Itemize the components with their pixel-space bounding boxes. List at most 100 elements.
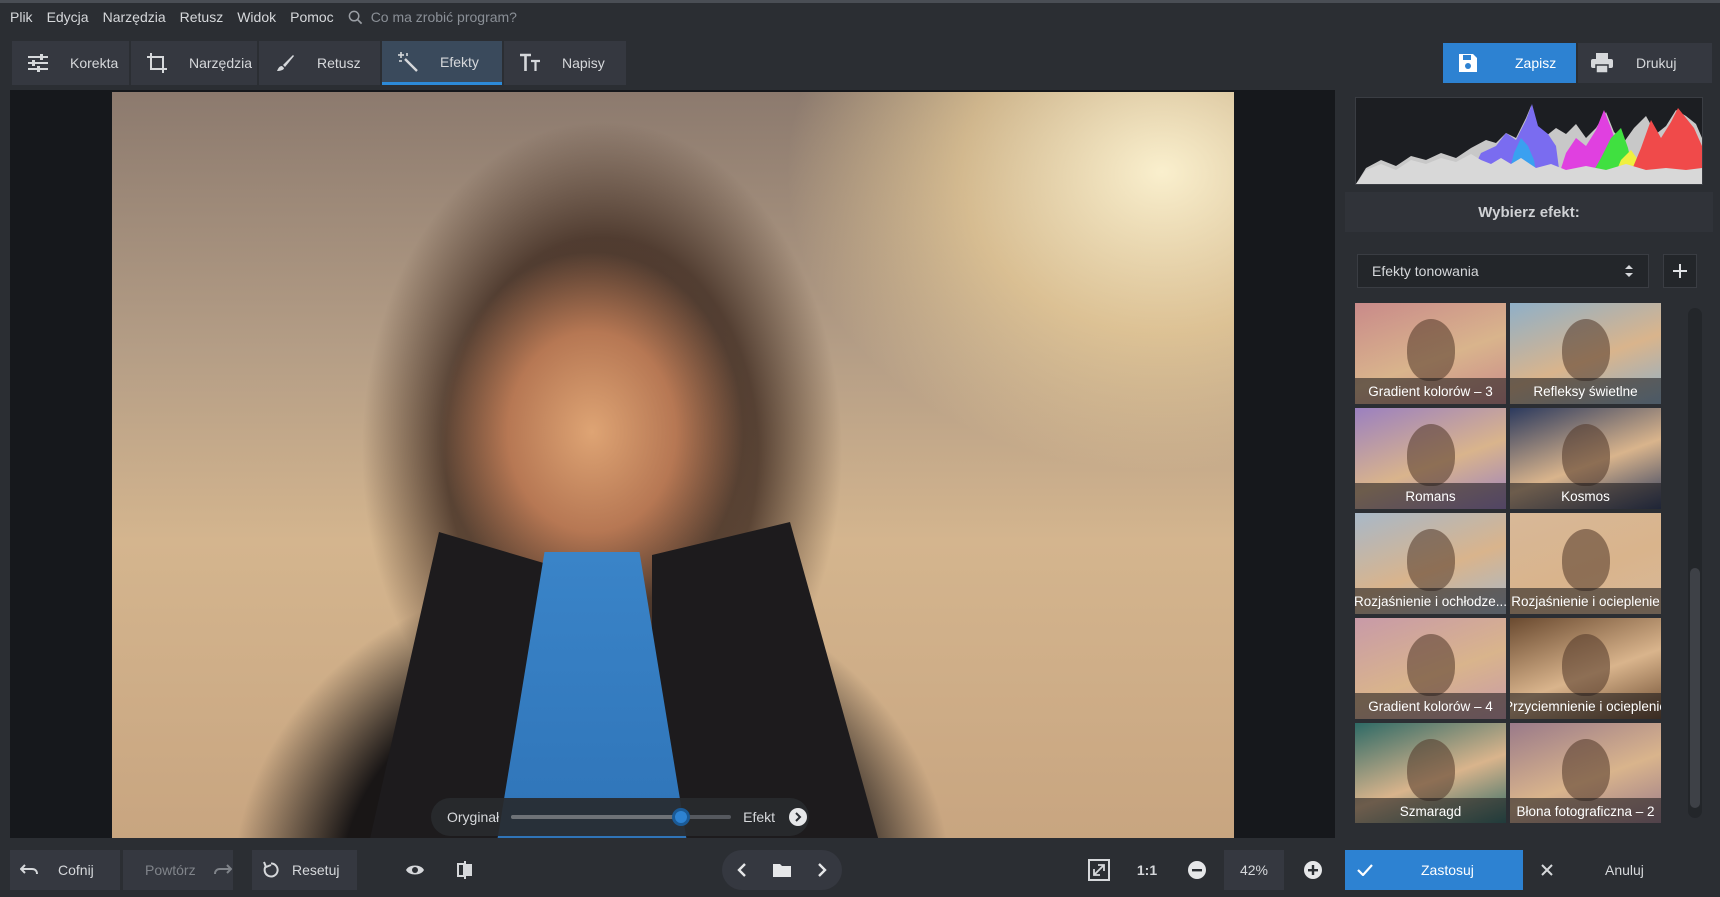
text-icon bbox=[518, 51, 542, 75]
undo-button[interactable]: Cofnij bbox=[10, 850, 120, 890]
sliders-icon bbox=[26, 51, 50, 75]
reset-button[interactable]: Resetuj bbox=[252, 850, 357, 890]
thumbnail-portrait bbox=[1562, 739, 1610, 801]
printer-icon bbox=[1590, 52, 1614, 74]
split-compare-icon bbox=[457, 861, 472, 879]
edited-photo[interactable] bbox=[112, 92, 1234, 840]
effect-name: Błona fotograficzna – 2 bbox=[1510, 798, 1661, 823]
menu-bar: Plik Edycja Narzędzia Retusz Widok Pomoc… bbox=[0, 0, 1720, 31]
effects-scrollbar[interactable] bbox=[1688, 308, 1702, 818]
brush-icon bbox=[273, 51, 297, 75]
compare-slider[interactable]: Oryginał Efekt bbox=[431, 798, 809, 836]
ratio-label: 1:1 bbox=[1136, 862, 1158, 878]
effect-thumbnail[interactable]: Błona fotograficzna – 2 bbox=[1510, 723, 1661, 823]
effect-thumbnail[interactable]: Gradient kolorów – 4 bbox=[1355, 618, 1506, 719]
thumbnail-portrait bbox=[1407, 739, 1455, 801]
minus-circle-icon bbox=[1188, 861, 1206, 879]
print-label: Drukuj bbox=[1636, 55, 1677, 71]
chevron-left-icon[interactable] bbox=[722, 862, 762, 878]
effect-thumbnail[interactable]: Szmaragd bbox=[1355, 723, 1506, 823]
menu-retouch[interactable]: Retusz bbox=[180, 9, 224, 25]
effects-panel: Wybierz efekt: Efekty tonowania Gradient… bbox=[1345, 90, 1720, 838]
zoom-out-button[interactable] bbox=[1178, 850, 1216, 890]
print-button[interactable]: Drukuj bbox=[1578, 43, 1712, 83]
effect-thumbnail[interactable]: Rozjaśnienie i ochłodze... bbox=[1355, 513, 1506, 614]
menu-view[interactable]: Widok bbox=[237, 9, 276, 25]
chevron-right-icon[interactable] bbox=[802, 862, 842, 878]
thumbnail-portrait bbox=[1407, 424, 1455, 486]
fit-to-screen-icon bbox=[1088, 859, 1110, 881]
effect-category-select[interactable]: Efekty tonowania bbox=[1357, 254, 1649, 288]
main-toolbar: Korekta Narzędzia Retusz Efekty Napisy Z… bbox=[0, 31, 1720, 91]
reset-icon bbox=[262, 861, 280, 879]
thumbnail-portrait bbox=[1562, 529, 1610, 591]
undo-icon bbox=[20, 863, 38, 877]
tab-efekty[interactable]: Efekty bbox=[382, 41, 502, 85]
tab-retusz[interactable]: Retusz bbox=[259, 41, 380, 85]
effect-thumbnail[interactable]: Refleksy świetlne bbox=[1510, 303, 1661, 404]
effect-name: Refleksy świetlne bbox=[1510, 378, 1661, 404]
file-nav-group bbox=[722, 850, 842, 890]
updown-chevron-icon bbox=[1624, 263, 1634, 279]
plus-icon bbox=[1673, 264, 1687, 278]
menu-tools[interactable]: Narzędzia bbox=[103, 9, 166, 25]
effect-name: Gradient kolorów – 3 bbox=[1355, 378, 1506, 404]
menu-file[interactable]: Plik bbox=[10, 9, 33, 25]
fit-screen-button[interactable] bbox=[1080, 850, 1118, 890]
compare-original-label: Oryginał bbox=[447, 809, 500, 825]
actual-size-button[interactable]: 1:1 bbox=[1128, 850, 1166, 890]
thumbnail-portrait bbox=[1562, 424, 1610, 486]
apply-button[interactable]: Zastosuj bbox=[1345, 850, 1523, 890]
save-button[interactable]: Zapisz bbox=[1443, 43, 1576, 83]
zoom-level-value: 42% bbox=[1239, 862, 1269, 878]
effect-thumbnail[interactable]: Gradient kolorów – 3 bbox=[1355, 303, 1506, 404]
compare-split-button[interactable] bbox=[445, 850, 485, 890]
add-effect-button[interactable] bbox=[1663, 254, 1697, 288]
reset-label: Resetuj bbox=[292, 862, 340, 878]
search-icon bbox=[348, 10, 362, 24]
effect-thumbnail[interactable]: Rozjaśnienie i ocieplenie bbox=[1510, 513, 1661, 614]
redo-button[interactable]: Powtórz bbox=[123, 850, 233, 890]
effect-name: Gradient kolorów – 4 bbox=[1355, 693, 1506, 719]
crop-icon bbox=[145, 51, 169, 75]
plus-circle-icon bbox=[1304, 861, 1322, 879]
menu-edit[interactable]: Edycja bbox=[47, 9, 89, 25]
chevron-right-circle-icon[interactable] bbox=[789, 808, 808, 826]
magic-wand-icon bbox=[396, 50, 420, 74]
folder-icon[interactable] bbox=[762, 862, 802, 878]
compare-effect-label: Efekt bbox=[743, 809, 776, 825]
thumbnail-portrait bbox=[1407, 634, 1455, 696]
effect-thumbnail[interactable]: Kosmos bbox=[1510, 408, 1661, 509]
cancel-button[interactable]: Anuluj bbox=[1527, 850, 1713, 890]
undo-label: Cofnij bbox=[58, 862, 94, 878]
tab-label: Efekty bbox=[440, 53, 479, 70]
cancel-label: Anuluj bbox=[1605, 862, 1644, 878]
effect-thumbnail[interactable]: Romans bbox=[1355, 408, 1506, 509]
tab-label: Napisy bbox=[562, 55, 605, 71]
search-input[interactable]: Co ma zrobić program? bbox=[348, 9, 517, 25]
apply-label: Zastosuj bbox=[1421, 862, 1474, 878]
image-canvas[interactable]: Oryginał Efekt bbox=[10, 90, 1335, 840]
effect-name: Kosmos bbox=[1510, 483, 1661, 509]
menu-help[interactable]: Pomoc bbox=[290, 9, 334, 25]
tab-napisy[interactable]: Napisy bbox=[504, 41, 626, 85]
search-placeholder: Co ma zrobić program? bbox=[370, 9, 517, 25]
tab-label: Korekta bbox=[70, 55, 119, 71]
effect-name: Szmaragd bbox=[1355, 798, 1506, 823]
tab-narzedzia[interactable]: Narzędzia bbox=[131, 41, 257, 85]
tab-korekta[interactable]: Korekta bbox=[12, 41, 129, 85]
tool-tabs: Korekta Narzędzia Retusz Efekty Napisy bbox=[12, 41, 628, 85]
histogram-graph bbox=[1356, 104, 1702, 184]
checkmark-icon bbox=[1357, 864, 1373, 876]
preview-eye-button[interactable] bbox=[395, 850, 435, 890]
compare-track[interactable] bbox=[511, 808, 732, 826]
compare-knob[interactable] bbox=[671, 808, 690, 826]
compare-fill bbox=[511, 815, 681, 819]
thumbnail-portrait bbox=[1407, 319, 1455, 381]
effect-category-value: Efekty tonowania bbox=[1372, 263, 1479, 279]
zoom-level-field[interactable]: 42% bbox=[1224, 850, 1284, 890]
scrollbar-thumb[interactable] bbox=[1690, 568, 1700, 808]
zoom-in-button[interactable] bbox=[1294, 850, 1332, 890]
effect-name: Rozjaśnienie i ocieplenie bbox=[1510, 588, 1661, 614]
effect-thumbnail[interactable]: Przyciemnienie i ocieplenie bbox=[1510, 618, 1661, 719]
